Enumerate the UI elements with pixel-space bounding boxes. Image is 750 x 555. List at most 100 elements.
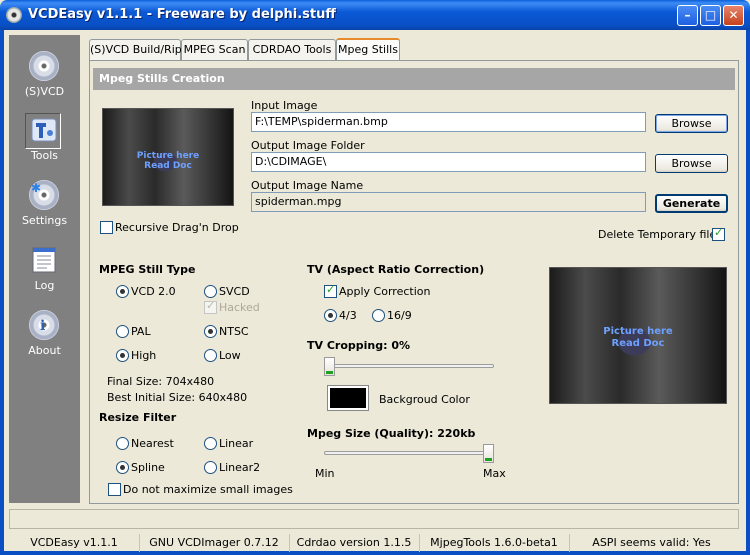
background-color-swatch[interactable] [327,385,369,411]
high-label: High [131,349,157,362]
progress-bar [9,509,739,529]
browse-input-button[interactable]: Browse [655,114,728,133]
settings-icon: ✱ [29,180,59,210]
tab-svcd-build-rip[interactable]: (S)VCD Build/Rip [89,39,182,60]
svg-text:i: i [40,318,45,334]
delete-temp-checkbox[interactable] [712,226,725,241]
linear2-radio[interactable] [204,461,217,474]
preview-watermark-line2: Read Doc [144,161,192,171]
hacked-checkbox[interactable] [204,299,217,314]
minimize-button[interactable]: – [677,5,698,26]
minimize-icon: – [684,8,691,22]
input-image-label: Input Image [251,99,318,112]
low-label: Low [219,349,241,362]
ratio-16-9-radio[interactable] [372,309,385,322]
high-radio[interactable] [116,349,129,362]
cd-icon [29,51,59,81]
info-icon: i [29,310,59,340]
still-type-heading: MPEG Still Type [99,263,196,276]
status-cdrdao-version: Cdrdao version 1.1.5 [289,534,420,552]
output-name-field[interactable]: spiderman.mpg [251,192,646,212]
input-image-field[interactable]: F:\TEMP\spiderman.bmp [251,112,646,132]
spline-label: Spline [131,461,165,474]
browse-output-button[interactable]: Browse [655,154,728,173]
sidebar-item-settings[interactable]: ✱ Settings [9,174,80,236]
app-cd-icon [6,7,22,23]
no-maximize-checkbox[interactable] [108,483,121,496]
vcd-label: VCD 2.0 [131,285,176,298]
tv-cropping-label: TV Cropping: 0% [307,339,411,352]
tv-heading: TV (Aspect Ratio Correction) [307,263,485,276]
log-icon [29,245,59,275]
tv-cropping-slider-thumb[interactable] [324,357,335,376]
mpeg-size-max-label: Max [483,467,506,480]
status-vcdeasy-version: VCDEasy v1.1.1 [9,534,140,552]
no-maximize-label: Do not maximize small images [123,483,293,496]
panel-title: Mpeg Stills Creation [93,68,735,90]
hacked-label: Hacked [219,301,260,314]
status-mjpegtools-version: MjpegTools 1.6.0-beta1 [419,534,570,552]
final-size-text: Final Size: 704x480 [107,375,215,388]
ratio-16-9-label: 16/9 [387,309,412,322]
ratio-4-3-radio[interactable] [324,309,337,322]
input-image-preview: Picture here Read Doc [102,108,234,206]
linear-radio[interactable] [204,437,217,450]
preview-watermark-line1: Picture here [603,326,673,337]
best-initial-size-text: Best Initial Size: 640x480 [107,391,248,404]
sidebar-item-log[interactable]: Log [9,239,80,301]
sidebar-item-label: (S)VCD [24,85,65,98]
sidebar-item-about[interactable]: i About [9,304,80,366]
recursive-drag-checkbox[interactable] [100,221,113,234]
mpeg-size-track [324,451,494,455]
sidebar-item-label: Log [34,279,55,292]
recursive-drag-label: Recursive Drag'n Drop [115,221,239,234]
preview-watermark-line2: Read Doc [611,338,665,349]
window-frame-left [0,30,4,555]
delete-temp-label: Delete Temporary files [598,228,722,241]
mpeg-size-min-label: Min [315,467,335,480]
spline-radio[interactable] [116,461,129,474]
window-frame-right [746,30,750,555]
mpeg-size-label: Mpeg Size (Quality): 220kb [307,427,476,440]
linear-label: Linear [219,437,254,450]
ntsc-label: NTSC [219,325,249,338]
svg-text:✱: ✱ [31,181,41,195]
tab-cdrdao-tools[interactable]: CDRDAO Tools [248,39,336,60]
ntsc-radio[interactable] [204,325,217,338]
sidebar-item-svcd[interactable]: (S)VCD [9,45,80,107]
generate-button[interactable]: Generate [655,194,728,213]
apply-correction-checkbox[interactable] [324,283,337,298]
tab-mpeg-scan[interactable]: MPEG Scan [181,39,248,60]
svcd-radio[interactable] [204,285,217,298]
ratio-4-3-label: 4/3 [339,309,357,322]
mpeg-size-slider-thumb[interactable] [483,444,494,463]
apply-correction-label: Apply Correction [339,285,431,298]
output-folder-field[interactable]: D:\CDIMAGE\ [251,152,646,172]
tab-mpeg-stills[interactable]: Mpeg Stills [336,38,400,61]
output-folder-label: Output Image Folder [251,139,365,152]
tools-icon [29,115,59,145]
resize-filter-heading: Resize Filter [99,411,177,424]
sidebar-item-label: Settings [21,214,68,227]
window-title: VCDEasy v1.1.1 - Freeware by delphi.stuf… [28,7,336,22]
output-name-label: Output Image Name [251,179,364,192]
tv-cropping-track [324,364,494,368]
svcd-label: SVCD [219,285,250,298]
output-image-preview: Picture here Read Doc [549,267,727,404]
nearest-label: Nearest [131,437,174,450]
background-color-label: Backgroud Color [379,393,470,406]
maximize-button[interactable]: □ [700,5,721,26]
preview-watermark-line1: Picture here [136,151,200,161]
vcd-radio[interactable] [116,285,129,298]
sidebar-item-label: Tools [30,149,59,162]
pal-label: PAL [131,325,151,338]
low-radio[interactable] [204,349,217,362]
close-button[interactable]: ✕ [723,5,744,26]
sidebar-item-tools[interactable]: Tools [9,109,80,171]
sidebar-item-label: About [28,344,61,357]
maximize-icon: □ [704,8,717,22]
status-vcdimager-version: GNU VCDImager 0.7.12 [139,534,290,552]
nearest-radio[interactable] [116,437,129,450]
status-aspi: ASPI seems valid: Yes [592,536,711,549]
pal-radio[interactable] [116,325,129,338]
